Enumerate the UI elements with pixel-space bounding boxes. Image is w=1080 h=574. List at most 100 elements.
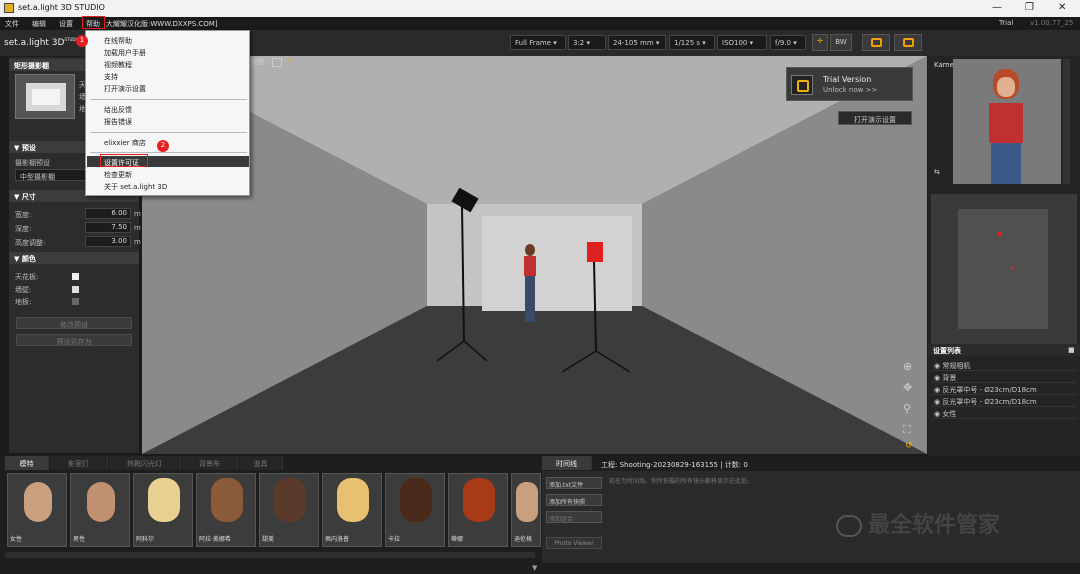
menu-settings[interactable]: 设置: [59, 19, 73, 29]
menu-item-report-bug[interactable]: 报告错误: [104, 117, 132, 127]
lens-select[interactable]: 24-105 mm ▾: [608, 35, 666, 50]
watermark: 最全软件管家: [836, 507, 1000, 539]
wall-color-swatch[interactable]: [72, 286, 79, 293]
maximize-button[interactable]: ❐: [1025, 2, 1034, 13]
list-item[interactable]: ◉ 背景: [931, 371, 1077, 383]
tab-studio-lights[interactable]: 影室灯: [50, 456, 108, 470]
reset-view-icon[interactable]: ↺: [905, 441, 919, 451]
help-menu: 在线帮助 加载用户手册 视频教程 支持 打开演示设置 给出反馈 报告错误 eli…: [85, 30, 250, 196]
focus-icon[interactable]: ✛: [812, 34, 828, 51]
project-info: 工程: Shooting-20230829-163155 | 计数: 0: [601, 461, 748, 469]
depth-input[interactable]: 7.50: [85, 222, 131, 233]
tab-backgrounds[interactable]: 背景布: [182, 456, 238, 470]
tab-speedlights[interactable]: 热靴闪光灯: [109, 456, 181, 470]
zoom-icon[interactable]: ⚲: [903, 402, 919, 418]
tab-models[interactable]: 模特: [5, 456, 49, 470]
bw-toggle[interactable]: BW: [830, 34, 852, 51]
model-thumb[interactable]: 甜美: [259, 473, 319, 547]
iso-select[interactable]: ISO100 ▾: [717, 35, 767, 50]
pencil-icon[interactable]: /: [287, 58, 297, 67]
ratio-select[interactable]: 3:2 ▾: [568, 35, 606, 50]
menu-edit[interactable]: 编辑: [32, 19, 46, 29]
take-photo-button[interactable]: [862, 34, 890, 51]
model-thumb[interactable]: 阿拉·美娜希: [196, 473, 256, 547]
version-label: v1.00.77_25: [1030, 19, 1074, 27]
height-input[interactable]: 3.00: [85, 236, 131, 247]
menu-item-updates[interactable]: 检查更新: [104, 170, 132, 180]
take-multi-photo-button[interactable]: [894, 34, 922, 51]
close-button[interactable]: ✕: [1058, 2, 1066, 13]
model-thumb[interactable]: 蒂娜: [448, 473, 508, 547]
menu-item-online-help[interactable]: 在线帮助: [104, 36, 132, 46]
color-section-header[interactable]: ▼ 颜色: [9, 252, 139, 264]
eye-icon[interactable]: ◉: [934, 386, 940, 394]
model-thumb[interactable]: 佩内洛普: [322, 473, 382, 547]
annotation-badge-1: 1: [76, 35, 88, 47]
floor-color-swatch[interactable]: [72, 298, 79, 305]
depth-label: 深度:: [15, 225, 32, 233]
ceiling-color-swatch[interactable]: [72, 273, 79, 280]
view-toolbar: 视图: /: [250, 57, 297, 67]
trial-version-banner[interactable]: Trial Version Unlock now >>: [786, 67, 913, 101]
settings-list-header: 设置列表: [928, 344, 1080, 356]
menu-item-store[interactable]: elixxier 商店: [104, 138, 146, 148]
add-combination-button[interactable]: 添加组合: [546, 511, 602, 523]
menu-item-support[interactable]: 支持: [104, 72, 118, 82]
link-icon[interactable]: ⇆: [934, 168, 940, 176]
add-snapshots-button[interactable]: 添加所有快照: [546, 494, 602, 506]
model-thumb[interactable]: 阿科尔: [133, 473, 193, 547]
width-input[interactable]: 6.00: [85, 208, 131, 219]
aperture-select[interactable]: f/9.0 ▾: [770, 35, 806, 50]
model-thumb[interactable]: 男性: [70, 473, 130, 547]
3d-viewport[interactable]: [142, 56, 927, 454]
eye-icon[interactable]: ◉: [934, 398, 940, 406]
view-label: 视图:: [250, 58, 267, 66]
models-scrollbar[interactable]: [5, 552, 535, 558]
menu-item-about[interactable]: 关于 set.a.light 3D: [104, 182, 167, 192]
menu-tagline: 大耀耀汉化版:WWW.DXXPS.COM]: [106, 20, 218, 28]
camera-zoom-slider[interactable]: [1063, 59, 1070, 184]
lock-icon[interactable]: ■: [1068, 346, 1075, 354]
ceiling-color-label: 天花板:: [15, 273, 39, 281]
minimize-button[interactable]: —: [992, 2, 1002, 13]
window-title-bar: set.a.light 3D STUDIO — ❐ ✕: [0, 0, 1080, 17]
menu-item-manual[interactable]: 加载用户手册: [104, 48, 146, 58]
menu-item-demo[interactable]: 打开演示设置: [104, 84, 146, 94]
preset-label: 摄影棚预设: [15, 159, 50, 167]
right-panel: Kamera ⇆ 设置列表 ■ ◉ 常规相机 ◉ 背景 ◉ 反光罩中号 - Ø2…: [928, 56, 1080, 456]
frame-select[interactable]: Full Frame ▾: [510, 35, 566, 50]
grid-icon[interactable]: [271, 57, 282, 67]
rotate-icon[interactable]: ⊕: [903, 360, 919, 376]
top-view-map[interactable]: [931, 194, 1077, 344]
unlock-link[interactable]: Unlock now >>: [823, 86, 877, 94]
menu-separator: [90, 152, 247, 153]
eye-icon[interactable]: ◉: [934, 374, 940, 382]
tab-timeline[interactable]: 时间线: [542, 456, 592, 470]
shutter-select[interactable]: 1/125 s ▾: [669, 35, 715, 50]
menu-separator: [90, 132, 247, 133]
save-preset-button[interactable]: 预设另存为: [16, 334, 132, 346]
modify-preset-button[interactable]: 修改预设: [16, 317, 132, 329]
model-thumb[interactable]: 迪伦格: [511, 473, 541, 547]
menu-file[interactable]: 文件: [5, 19, 19, 29]
collapse-icon[interactable]: ▼: [532, 564, 548, 572]
eye-icon[interactable]: ◉: [934, 410, 940, 418]
list-item[interactable]: ◉ 女性: [931, 407, 1077, 419]
add-txt-button[interactable]: 添加.txt文件: [546, 477, 602, 489]
studio-scene: [142, 56, 927, 454]
move-icon[interactable]: ✥: [903, 381, 919, 397]
photo-viewer-button[interactable]: Photo Viewer: [546, 537, 602, 549]
eye-icon[interactable]: ◉: [934, 362, 940, 370]
list-item[interactable]: ◉ 反光罩中号 - Ø23cm/D18cm: [931, 383, 1077, 395]
list-item[interactable]: ◉ 常规相机: [931, 359, 1077, 371]
model-thumb[interactable]: 卡拉: [385, 473, 445, 547]
menu-item-video[interactable]: 视频教程: [104, 60, 132, 70]
open-demo-button[interactable]: 打开演示设置: [838, 111, 912, 125]
menu-item-feedback[interactable]: 给出反馈: [104, 105, 132, 115]
tab-props[interactable]: 道具: [239, 456, 283, 470]
trial-label: Trial: [999, 19, 1014, 27]
list-item[interactable]: ◉ 反光罩中号 - Ø23cm/D18cm: [931, 395, 1077, 407]
window-title: set.a.light 3D STUDIO: [18, 3, 105, 12]
fit-icon[interactable]: ⛶: [903, 423, 919, 439]
model-thumb[interactable]: 女性: [7, 473, 67, 547]
